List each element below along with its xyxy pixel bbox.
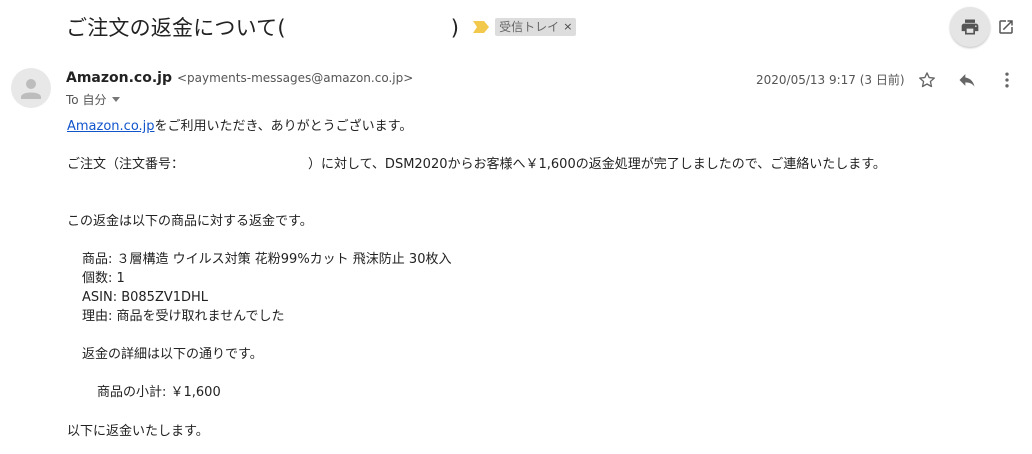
refund-notice-line: ご注文（注文番号： ）に対して、DSM2020からお客様へ￥1,600の返金処理… bbox=[67, 157, 886, 172]
item-reason: 理由: 商品を受け取れませんでした bbox=[82, 309, 285, 324]
reply-icon bbox=[959, 74, 975, 87]
greeting-line: Amazon.co.jpをご利用いただき、ありがとうございます。 bbox=[67, 117, 412, 136]
reply-button[interactable] bbox=[953, 66, 981, 94]
item-product: 商品: ３層構造 ウイルス対策 花粉99%カット 飛沫防止 30枚入 bbox=[82, 252, 452, 267]
refund-items-intro: この返金は以下の商品に対する返金です。 bbox=[67, 214, 313, 229]
chevron-down-icon bbox=[112, 97, 121, 102]
star-button[interactable] bbox=[913, 66, 941, 94]
sender-email: <payments-messages@amazon.co.jp> bbox=[176, 71, 414, 85]
open-in-new-window-icon bbox=[999, 20, 1013, 34]
sender-row: Amazon.co.jp <payments-messages@amazon.c… bbox=[66, 70, 413, 86]
importance-marker-icon[interactable] bbox=[473, 21, 490, 33]
remove-label-button[interactable]: × bbox=[563, 18, 572, 36]
more-options-button[interactable] bbox=[993, 66, 1021, 94]
inbox-label-chip: 受信トレイ × bbox=[495, 18, 577, 36]
email-subject: ご注文の返金について( ) bbox=[66, 16, 460, 40]
sender-avatar bbox=[11, 68, 51, 108]
refund-detail-intro: 返金の詳細は以下の通りです。 bbox=[82, 347, 263, 362]
message-date: 2020/05/13 9:17 (3 日前) bbox=[756, 73, 905, 87]
item-subtotal: 商品の小計: ￥1,600 bbox=[97, 385, 221, 400]
closing-line: 以下に返金いたします。 bbox=[67, 424, 209, 439]
recipient-details-toggle[interactable]: To 自分 bbox=[66, 91, 121, 108]
more-vert-icon bbox=[1005, 72, 1009, 88]
amazon-link[interactable]: Amazon.co.jp bbox=[67, 119, 155, 134]
open-in-new-window-button[interactable] bbox=[988, 7, 1024, 47]
item-asin: ASIN: B085ZV1DHL bbox=[82, 290, 209, 305]
label-chip-text: 受信トレイ bbox=[499, 20, 560, 34]
greeting-text: をご利用いただき、ありがとうございます。 bbox=[154, 119, 413, 134]
item-quantity: 個数: 1 bbox=[82, 271, 125, 286]
person-avatar-icon bbox=[21, 79, 41, 99]
subject-row: ご注文の返金について( ) 受信トレイ × bbox=[66, 12, 577, 42]
sender-name[interactable]: Amazon.co.jp bbox=[66, 70, 172, 86]
printer-icon bbox=[961, 19, 979, 35]
print-all-button[interactable] bbox=[950, 7, 990, 47]
recipient-label: To 自分 bbox=[66, 93, 107, 107]
star-icon bbox=[919, 72, 935, 88]
